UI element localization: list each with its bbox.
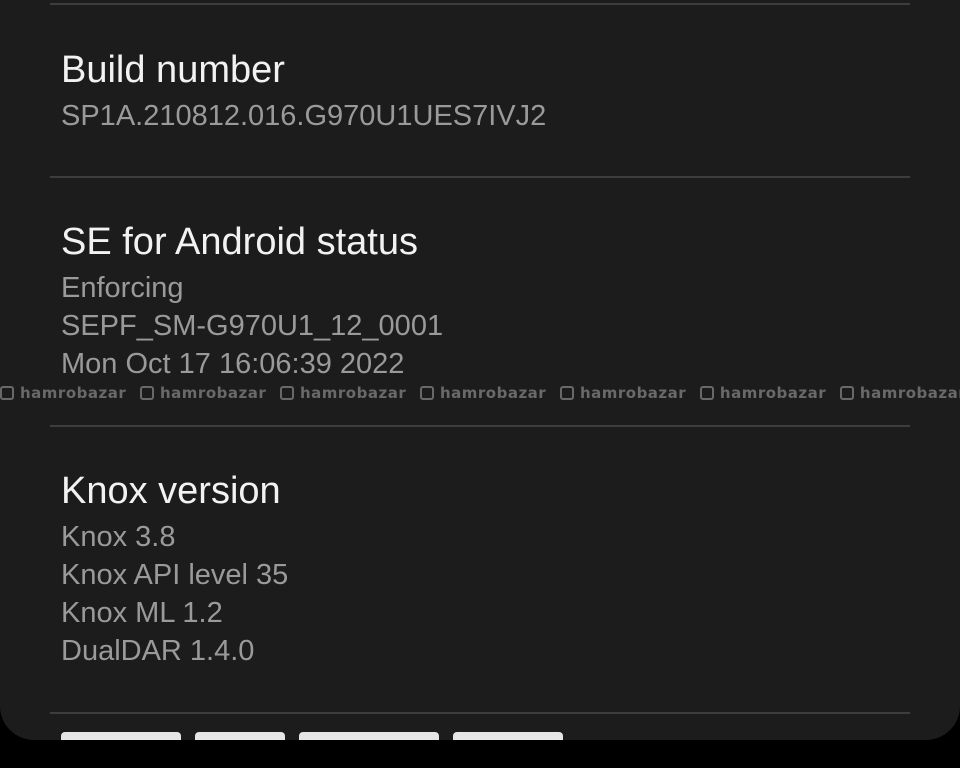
item-value: Knox API level 35: [61, 559, 289, 591]
list-item-partial-title[interactable]: [61, 732, 761, 740]
item-title: SE for Android status: [61, 221, 418, 263]
divider: [50, 3, 910, 5]
list-item-knox-version[interactable]: Knox version Knox 3.8 Knox API level 35 …: [61, 468, 910, 670]
item-value: Knox 3.8: [61, 521, 176, 553]
watermark: hamrobazar: [419, 384, 546, 402]
list-item-build-number[interactable]: Build number SP1A.210812.016.G970U1UES7I…: [61, 47, 910, 135]
hamrobazar-logo-icon: [419, 386, 434, 400]
hamrobazar-logo-icon: [839, 386, 854, 400]
watermark: hamrobazar: [0, 384, 126, 402]
item-value: DualDAR 1.4.0: [61, 635, 255, 667]
settings-card: Build number SP1A.210812.016.G970U1UES7I…: [0, 0, 960, 740]
divider: [50, 712, 910, 714]
divider: [50, 176, 910, 178]
watermark: hamrobazar: [139, 384, 266, 402]
item-value: SP1A.210812.016.G970U1UES7IVJ2: [61, 100, 547, 132]
divider: [50, 425, 910, 427]
hamrobazar-logo-icon: [559, 386, 574, 400]
watermark-strip: hamrobazar hamrobazar hamrobazar hamroba…: [0, 384, 960, 406]
watermark: hamrobazar: [279, 384, 406, 402]
list-item-se-android-status[interactable]: SE for Android status Enforcing SEPF_SM-…: [61, 219, 910, 383]
item-value: Mon Oct 17 16:06:39 2022: [61, 348, 405, 380]
hamrobazar-logo-icon: [699, 386, 714, 400]
hamrobazar-logo-icon: [279, 386, 294, 400]
item-value: SEPF_SM-G970U1_12_0001: [61, 310, 444, 342]
item-title: Build number: [61, 49, 285, 91]
hamrobazar-logo-icon: [0, 386, 14, 400]
watermark: hamrobazar: [699, 384, 826, 402]
item-value: Enforcing: [61, 272, 184, 304]
watermark: hamrobazar: [559, 384, 686, 402]
item-title: Knox version: [61, 470, 281, 512]
item-value: Knox ML 1.2: [61, 597, 223, 629]
watermark: hamrobazar: [839, 384, 960, 402]
hamrobazar-logo-icon: [139, 386, 154, 400]
